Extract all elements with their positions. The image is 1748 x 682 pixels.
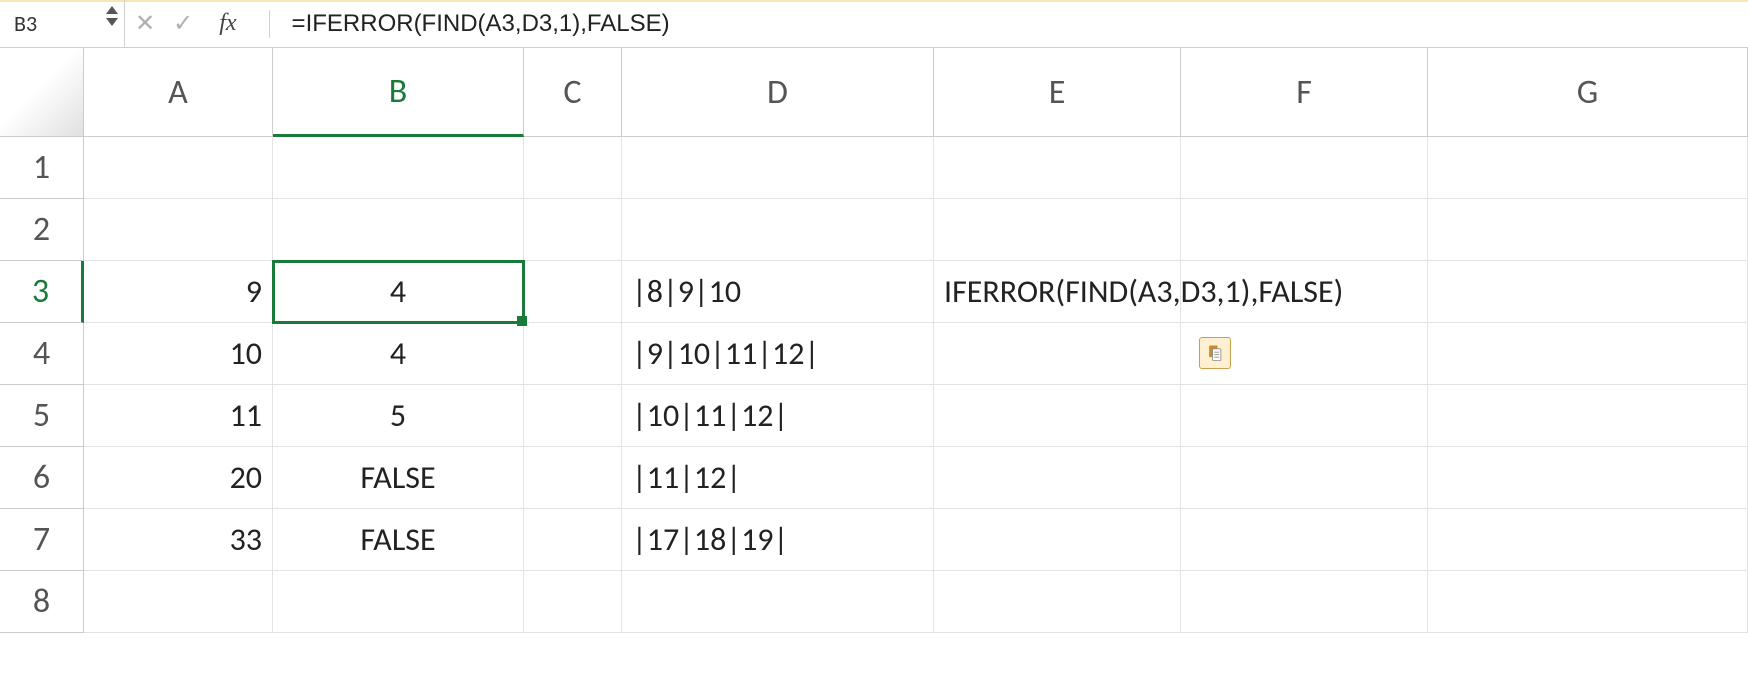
formula-bar-buttons: ✕ ✓ fx — [125, 0, 286, 47]
cell-A3[interactable]: 9 — [84, 261, 273, 323]
row-header-6[interactable]: 6 — [0, 447, 84, 509]
cell-B3[interactable]: 4 — [273, 261, 524, 323]
cell-B4[interactable]: 4 — [273, 323, 524, 385]
cell-E7[interactable] — [934, 509, 1181, 571]
cell-C5[interactable] — [524, 385, 622, 447]
cell-G5[interactable] — [1428, 385, 1748, 447]
accept-icon[interactable]: ✓ — [173, 9, 193, 38]
cells-area: 94|8|9|10IFERROR(FIND(A3,D3,1),FALSE)104… — [84, 137, 1748, 633]
cell-A7[interactable]: 33 — [84, 509, 273, 571]
column-header-F[interactable]: F — [1181, 48, 1428, 137]
cell-D4[interactable]: |9|10|11|12| — [622, 323, 934, 385]
cell-D2[interactable] — [622, 199, 934, 261]
cell-E1[interactable] — [934, 137, 1181, 199]
column-header-D[interactable]: D — [622, 48, 934, 137]
row-8 — [84, 571, 1748, 633]
cell-B5[interactable]: 5 — [273, 385, 524, 447]
name-box-spinner[interactable] — [106, 4, 118, 28]
column-header-B[interactable]: B — [273, 48, 524, 137]
cell-C4[interactable] — [524, 323, 622, 385]
cell-G6[interactable] — [1428, 447, 1748, 509]
cell-A5[interactable]: 11 — [84, 385, 273, 447]
formula-bar: B3 ✕ ✓ fx — [0, 0, 1748, 48]
cell-E5[interactable] — [934, 385, 1181, 447]
row-headers: 12345678 — [0, 137, 84, 633]
divider — [269, 10, 270, 38]
cell-F1[interactable] — [1181, 137, 1428, 199]
cell-D7[interactable]: |17|18|19| — [622, 509, 934, 571]
cell-A2[interactable] — [84, 199, 273, 261]
spinner-down-icon[interactable] — [106, 18, 118, 26]
cell-G4[interactable] — [1428, 323, 1748, 385]
column-header-E[interactable]: E — [934, 48, 1181, 137]
cell-D6[interactable]: |11|12| — [622, 447, 934, 509]
cell-F8[interactable] — [1181, 571, 1428, 633]
row-7: 33FALSE |17|18|19| — [84, 509, 1748, 571]
cell-C1[interactable] — [524, 137, 622, 199]
row-header-4[interactable]: 4 — [0, 323, 84, 385]
name-box-value: B3 — [14, 10, 37, 37]
cell-E3[interactable]: IFERROR(FIND(A3,D3,1),FALSE) — [934, 261, 1181, 323]
cell-B7[interactable]: FALSE — [273, 509, 524, 571]
cell-F7[interactable] — [1181, 509, 1428, 571]
cell-B8[interactable] — [273, 571, 524, 633]
cell-D5[interactable]: |10|11|12| — [622, 385, 934, 447]
cell-F4[interactable] — [1181, 323, 1428, 385]
cell-D8[interactable] — [622, 571, 934, 633]
cell-C3[interactable] — [524, 261, 622, 323]
cell-C7[interactable] — [524, 509, 622, 571]
row-6: 20FALSE |11|12| — [84, 447, 1748, 509]
cancel-icon[interactable]: ✕ — [135, 9, 155, 38]
fx-label[interactable]: fx — [211, 10, 244, 37]
row-header-5[interactable]: 5 — [0, 385, 84, 447]
row-5: 115 |10|11|12| — [84, 385, 1748, 447]
cell-B6[interactable]: FALSE — [273, 447, 524, 509]
cell-E6[interactable] — [934, 447, 1181, 509]
spreadsheet-grid: ABCDEFG 12345678 94|8|9|10IFERROR(FIND(A… — [0, 48, 1748, 682]
column-header-G[interactable]: G — [1428, 48, 1748, 137]
cell-C2[interactable] — [524, 199, 622, 261]
row-header-1[interactable]: 1 — [0, 137, 84, 199]
cell-D3[interactable]: |8|9|10 — [622, 261, 934, 323]
column-header-C[interactable]: C — [524, 48, 622, 137]
cell-D1[interactable] — [622, 137, 934, 199]
cell-G8[interactable] — [1428, 571, 1748, 633]
row-1 — [84, 137, 1748, 199]
cell-G3[interactable] — [1428, 261, 1748, 323]
cell-C6[interactable] — [524, 447, 622, 509]
cell-A8[interactable] — [84, 571, 273, 633]
row-2 — [84, 199, 1748, 261]
row-3: 94 |8|9|10IFERROR(FIND(A3,D3,1),FALSE) — [84, 261, 1748, 323]
row-header-8[interactable]: 8 — [0, 571, 84, 633]
column-header-A[interactable]: A — [84, 48, 273, 137]
fill-handle[interactable] — [517, 316, 527, 326]
select-all-corner[interactable] — [0, 48, 84, 137]
formula-input[interactable] — [286, 0, 1748, 47]
cell-A6[interactable]: 20 — [84, 447, 273, 509]
cell-B1[interactable] — [273, 137, 524, 199]
spinner-up-icon[interactable] — [106, 6, 118, 14]
column-headers: ABCDEFG — [84, 48, 1748, 137]
cell-F6[interactable] — [1181, 447, 1428, 509]
cell-A4[interactable]: 10 — [84, 323, 273, 385]
cell-C8[interactable] — [524, 571, 622, 633]
row-header-2[interactable]: 2 — [0, 199, 84, 261]
cell-G1[interactable] — [1428, 137, 1748, 199]
cell-G2[interactable] — [1428, 199, 1748, 261]
row-header-3[interactable]: 3 — [0, 261, 84, 323]
cell-B2[interactable] — [273, 199, 524, 261]
name-box[interactable]: B3 — [0, 0, 125, 47]
cell-E4[interactable] — [934, 323, 1181, 385]
cell-F5[interactable] — [1181, 385, 1428, 447]
row-header-7[interactable]: 7 — [0, 509, 84, 571]
paste-options-icon[interactable] — [1199, 337, 1231, 369]
cell-G7[interactable] — [1428, 509, 1748, 571]
cell-E8[interactable] — [934, 571, 1181, 633]
row-4: 104 |9|10|11|12| — [84, 323, 1748, 385]
cell-A1[interactable] — [84, 137, 273, 199]
cell-F2[interactable] — [1181, 199, 1428, 261]
cell-E2[interactable] — [934, 199, 1181, 261]
